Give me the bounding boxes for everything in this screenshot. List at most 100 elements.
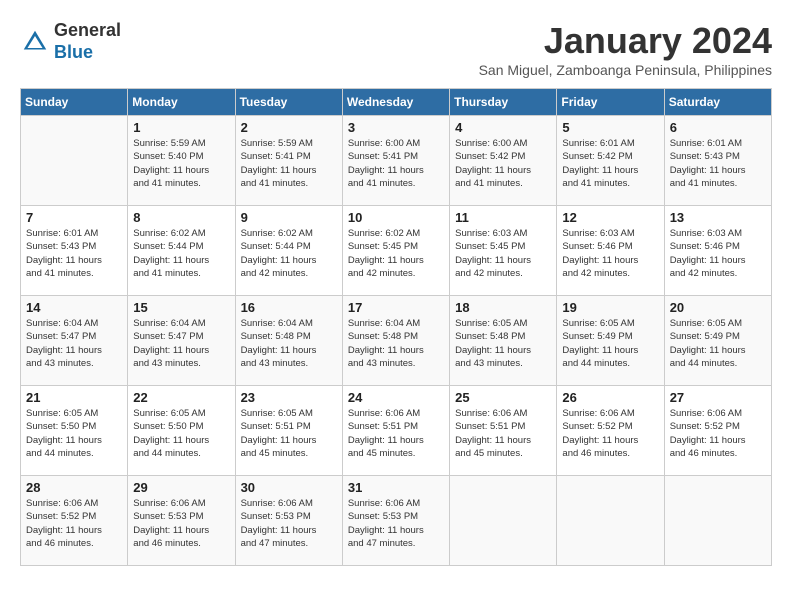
day-info: Sunrise: 6:01 AM Sunset: 5:43 PM Dayligh…: [26, 227, 122, 280]
calendar-cell: 8Sunrise: 6:02 AM Sunset: 5:44 PM Daylig…: [128, 206, 235, 296]
calendar-cell: 27 Sunrise: 6:06 AM Sunset: 5:52 PM Dayli…: [664, 386, 771, 476]
calendar-cell: 28 Sunrise: 6:06 AM Sunset: 5:52 PM Dayli…: [21, 476, 128, 566]
day-number: 31: [348, 480, 444, 495]
header-row: SundayMondayTuesdayWednesdayThursdayFrid…: [21, 89, 772, 116]
calendar-cell: 11 Sunrise: 6:03 AM Sunset: 5:45 PM Dayli…: [450, 206, 557, 296]
day-number: 14: [26, 300, 122, 315]
day-info: Sunrise: 6:06 AM Sunset: 5:51 PM Dayligh…: [348, 407, 444, 460]
col-header-friday: Friday: [557, 89, 664, 116]
week-row-2: 7 Sunrise: 6:01 AM Sunset: 5:43 PM Daylig…: [21, 206, 772, 296]
day-number: 11: [455, 210, 551, 225]
calendar-cell: 6 Sunrise: 6:01 AM Sunset: 5:43 PM Daylig…: [664, 116, 771, 206]
day-number: 12: [562, 210, 658, 225]
day-info: Sunrise: 6:03 AM Sunset: 5:46 PM Dayligh…: [670, 227, 766, 280]
day-number: 22: [133, 390, 229, 405]
calendar-cell: 17 Sunrise: 6:04 AM Sunset: 5:48 PM Dayli…: [342, 296, 449, 386]
calendar-cell: 30Sunrise: 6:06 AM Sunset: 5:53 PM Dayli…: [235, 476, 342, 566]
week-row-4: 21 Sunrise: 6:05 AM Sunset: 5:50 PM Dayli…: [21, 386, 772, 476]
day-number: 18: [455, 300, 551, 315]
calendar-cell: 26Sunrise: 6:06 AM Sunset: 5:52 PM Dayli…: [557, 386, 664, 476]
day-info: Sunrise: 6:06 AM Sunset: 5:53 PM Dayligh…: [348, 497, 444, 550]
calendar-cell: [664, 476, 771, 566]
day-info: Sunrise: 6:01 AM Sunset: 5:42 PM Dayligh…: [562, 137, 658, 190]
day-number: 8: [133, 210, 229, 225]
day-number: 27: [670, 390, 766, 405]
page-header: General Blue January 2024 San Miguel, Za…: [20, 20, 772, 78]
calendar-cell: 4Sunrise: 6:00 AM Sunset: 5:42 PM Daylig…: [450, 116, 557, 206]
col-header-saturday: Saturday: [664, 89, 771, 116]
logo-general-text: General: [54, 20, 121, 42]
calendar-cell: 7 Sunrise: 6:01 AM Sunset: 5:43 PM Daylig…: [21, 206, 128, 296]
day-info: Sunrise: 6:04 AM Sunset: 5:48 PM Dayligh…: [348, 317, 444, 370]
day-number: 5: [562, 120, 658, 135]
day-info: Sunrise: 6:02 AM Sunset: 5:44 PM Dayligh…: [241, 227, 337, 280]
day-number: 4: [455, 120, 551, 135]
calendar-cell: 10 Sunrise: 6:02 AM Sunset: 5:45 PM Dayli…: [342, 206, 449, 296]
day-number: 17: [348, 300, 444, 315]
col-header-sunday: Sunday: [21, 89, 128, 116]
day-info: Sunrise: 6:06 AM Sunset: 5:51 PM Dayligh…: [455, 407, 551, 460]
calendar-cell: 14 Sunrise: 6:04 AM Sunset: 5:47 PM Dayli…: [21, 296, 128, 386]
day-number: 15: [133, 300, 229, 315]
calendar-cell: 25 Sunrise: 6:06 AM Sunset: 5:51 PM Dayli…: [450, 386, 557, 476]
day-info: Sunrise: 6:05 AM Sunset: 5:48 PM Dayligh…: [455, 317, 551, 370]
calendar-cell: 29Sunrise: 6:06 AM Sunset: 5:53 PM Dayli…: [128, 476, 235, 566]
day-info: Sunrise: 6:05 AM Sunset: 5:50 PM Dayligh…: [133, 407, 229, 460]
col-header-monday: Monday: [128, 89, 235, 116]
calendar-cell: [450, 476, 557, 566]
day-info: Sunrise: 6:00 AM Sunset: 5:41 PM Dayligh…: [348, 137, 444, 190]
calendar-cell: 31 Sunrise: 6:06 AM Sunset: 5:53 PM Dayli…: [342, 476, 449, 566]
calendar-cell: 9 Sunrise: 6:02 AM Sunset: 5:44 PM Daylig…: [235, 206, 342, 296]
calendar-cell: 12Sunrise: 6:03 AM Sunset: 5:46 PM Dayli…: [557, 206, 664, 296]
calendar-cell: 1Sunrise: 5:59 AM Sunset: 5:40 PM Daylig…: [128, 116, 235, 206]
calendar-cell: 5 Sunrise: 6:01 AM Sunset: 5:42 PM Daylig…: [557, 116, 664, 206]
day-number: 9: [241, 210, 337, 225]
day-number: 21: [26, 390, 122, 405]
day-number: 19: [562, 300, 658, 315]
day-info: Sunrise: 5:59 AM Sunset: 5:41 PM Dayligh…: [241, 137, 337, 190]
day-number: 24: [348, 390, 444, 405]
day-info: Sunrise: 6:01 AM Sunset: 5:43 PM Dayligh…: [670, 137, 766, 190]
calendar-cell: [557, 476, 664, 566]
day-info: Sunrise: 6:02 AM Sunset: 5:45 PM Dayligh…: [348, 227, 444, 280]
calendar-cell: 16 Sunrise: 6:04 AM Sunset: 5:48 PM Dayli…: [235, 296, 342, 386]
day-info: Sunrise: 6:06 AM Sunset: 5:52 PM Dayligh…: [26, 497, 122, 550]
calendar-cell: 18 Sunrise: 6:05 AM Sunset: 5:48 PM Dayli…: [450, 296, 557, 386]
day-number: 3: [348, 120, 444, 135]
day-number: 25: [455, 390, 551, 405]
day-number: 29: [133, 480, 229, 495]
day-info: Sunrise: 6:06 AM Sunset: 5:52 PM Dayligh…: [670, 407, 766, 460]
col-header-tuesday: Tuesday: [235, 89, 342, 116]
calendar-cell: 23Sunrise: 6:05 AM Sunset: 5:51 PM Dayli…: [235, 386, 342, 476]
day-number: 7: [26, 210, 122, 225]
calendar-cell: 20Sunrise: 6:05 AM Sunset: 5:49 PM Dayli…: [664, 296, 771, 386]
title-area: January 2024 San Miguel, Zamboanga Penin…: [479, 20, 772, 78]
day-number: 23: [241, 390, 337, 405]
day-number: 1: [133, 120, 229, 135]
calendar-cell: 24 Sunrise: 6:06 AM Sunset: 5:51 PM Dayli…: [342, 386, 449, 476]
calendar-cell: [21, 116, 128, 206]
week-row-3: 14 Sunrise: 6:04 AM Sunset: 5:47 PM Dayli…: [21, 296, 772, 386]
calendar-cell: 22 Sunrise: 6:05 AM Sunset: 5:50 PM Dayli…: [128, 386, 235, 476]
calendar-cell: 3 Sunrise: 6:00 AM Sunset: 5:41 PM Daylig…: [342, 116, 449, 206]
day-info: Sunrise: 6:04 AM Sunset: 5:48 PM Dayligh…: [241, 317, 337, 370]
col-header-thursday: Thursday: [450, 89, 557, 116]
calendar-cell: 13Sunrise: 6:03 AM Sunset: 5:46 PM Dayli…: [664, 206, 771, 296]
day-info: Sunrise: 6:05 AM Sunset: 5:49 PM Dayligh…: [562, 317, 658, 370]
day-info: Sunrise: 6:04 AM Sunset: 5:47 PM Dayligh…: [26, 317, 122, 370]
day-number: 10: [348, 210, 444, 225]
day-info: Sunrise: 6:06 AM Sunset: 5:52 PM Dayligh…: [562, 407, 658, 460]
day-number: 16: [241, 300, 337, 315]
day-number: 28: [26, 480, 122, 495]
day-info: Sunrise: 6:04 AM Sunset: 5:47 PM Dayligh…: [133, 317, 229, 370]
logo-text: General Blue: [54, 20, 121, 63]
calendar-body: 1Sunrise: 5:59 AM Sunset: 5:40 PM Daylig…: [21, 116, 772, 566]
day-info: Sunrise: 6:05 AM Sunset: 5:50 PM Dayligh…: [26, 407, 122, 460]
calendar-header: SundayMondayTuesdayWednesdayThursdayFrid…: [21, 89, 772, 116]
calendar-table: SundayMondayTuesdayWednesdayThursdayFrid…: [20, 88, 772, 566]
month-title: January 2024: [479, 20, 772, 62]
day-number: 30: [241, 480, 337, 495]
day-info: Sunrise: 6:03 AM Sunset: 5:45 PM Dayligh…: [455, 227, 551, 280]
day-number: 6: [670, 120, 766, 135]
day-info: Sunrise: 6:05 AM Sunset: 5:49 PM Dayligh…: [670, 317, 766, 370]
